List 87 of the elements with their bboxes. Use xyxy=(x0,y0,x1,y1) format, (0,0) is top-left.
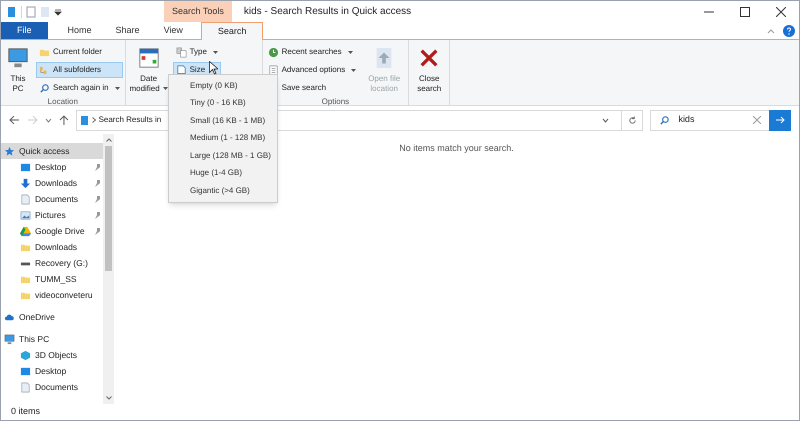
document-icon xyxy=(20,194,31,204)
refresh-icon xyxy=(628,116,637,124)
chevron-down-icon[interactable] xyxy=(44,118,52,122)
pin-icon xyxy=(94,212,101,218)
context-tab-label: Search Tools xyxy=(164,1,232,22)
picture-icon xyxy=(20,210,31,220)
nav-item[interactable]: 3D Objects xyxy=(1,347,103,363)
nav-item[interactable]: Google Drive xyxy=(1,223,103,239)
refresh-button[interactable] xyxy=(622,110,644,130)
monitor-icon xyxy=(20,366,31,376)
document-icon xyxy=(20,382,31,392)
ribbon-large-button[interactable]: This PC xyxy=(3,42,33,96)
nav-item[interactable]: Pictures xyxy=(1,207,103,223)
nav-item[interactable]: Quick access xyxy=(1,143,103,159)
maximize-icon[interactable] xyxy=(740,6,750,16)
ribbon-small-button[interactable]: All subfolders xyxy=(36,62,123,78)
nav-item[interactable]: Recovery (G:) xyxy=(1,255,103,271)
ribbon-tab[interactable]: Share xyxy=(104,22,152,39)
clock-icon xyxy=(268,46,279,58)
list-icon xyxy=(268,64,279,76)
caret-icon[interactable] xyxy=(54,8,62,16)
up-arrow-icon[interactable] xyxy=(58,114,69,126)
close-icon[interactable] xyxy=(776,6,786,16)
scroll-up-icon[interactable] xyxy=(106,138,112,142)
close-icon xyxy=(418,47,440,69)
page-icon xyxy=(176,64,187,76)
nav-item[interactable]: TUMM_SS xyxy=(1,271,103,287)
pin-icon xyxy=(94,164,101,170)
cloud-icon xyxy=(4,312,15,322)
star-icon xyxy=(4,146,15,156)
nav-item[interactable]: Documents xyxy=(1,379,103,395)
group-label: Options xyxy=(322,96,350,108)
mouse-cursor-icon xyxy=(209,61,218,75)
collapse-ribbon-icon[interactable] xyxy=(767,28,775,34)
computer-icon xyxy=(4,334,15,344)
scroll-down-icon[interactable] xyxy=(106,396,112,400)
status-text: 0 items xyxy=(11,405,40,418)
nav-item[interactable]: Downloads xyxy=(1,239,103,255)
nav-item[interactable]: Desktop xyxy=(1,363,103,379)
nav-item[interactable]: videoconveteru xyxy=(1,287,103,303)
ribbon-large-button[interactable]: Close search xyxy=(411,42,448,95)
triangle-logo-icon xyxy=(20,226,31,236)
calendar-icon xyxy=(138,47,160,69)
ribbon-small-button[interactable]: Recent searches xyxy=(264,44,360,60)
download-arrow-icon xyxy=(20,178,31,188)
menu-item[interactable]: Medium (1 - 128 MB) xyxy=(169,130,277,147)
ribbon-small-button[interactable]: Search again in xyxy=(36,80,123,96)
nav-item[interactable]: Documents xyxy=(1,191,103,207)
menu-item[interactable]: Large (128 MB - 1 GB) xyxy=(169,147,277,164)
nav-item[interactable]: Desktop xyxy=(1,159,103,175)
menu-item[interactable]: Gigantic (>4 GB) xyxy=(169,182,277,200)
menu-item[interactable]: Huge (1-4 GB) xyxy=(169,164,277,182)
empty-message: No items match your search. xyxy=(399,142,514,155)
nav-item[interactable]: Downloads xyxy=(1,175,103,191)
nav-item[interactable]: OneDrive xyxy=(1,309,103,325)
help-icon[interactable] xyxy=(783,24,795,36)
window-title: kids - Search Results in Quick access xyxy=(244,5,412,19)
arrow-right-icon xyxy=(776,116,784,124)
computer-icon xyxy=(7,47,29,69)
pin-icon xyxy=(94,180,101,186)
monitor-icon xyxy=(20,162,31,172)
ribbon-tab[interactable]: Search xyxy=(200,22,264,40)
search-icon xyxy=(39,82,50,94)
clear-icon[interactable] xyxy=(753,116,761,124)
menu-item[interactable]: Tiny (0 - 16 KB) xyxy=(169,94,277,112)
pin-icon xyxy=(94,196,101,202)
ribbon-tab[interactable]: File xyxy=(1,22,48,39)
search-text: kids xyxy=(678,113,694,126)
files-icon xyxy=(176,46,187,58)
nav-item[interactable]: This PC xyxy=(1,331,103,347)
ribbon-small-button[interactable]: Type xyxy=(172,44,221,60)
chevron-down-icon[interactable] xyxy=(602,118,609,122)
ribbon-small-button[interactable]: Current folder xyxy=(36,44,123,60)
back-arrow-icon[interactable] xyxy=(9,115,20,125)
ribbon-tab[interactable]: View xyxy=(152,22,195,39)
cube-icon xyxy=(20,350,31,360)
address-path: Search Results in xyxy=(98,114,162,126)
ribbon-tab[interactable]: Home xyxy=(56,22,104,39)
breadcrumb-chevron-icon[interactable] xyxy=(92,117,96,123)
search-field[interactable]: kids xyxy=(650,110,791,130)
ribbon-large-button[interactable]: Date modified xyxy=(128,42,170,95)
go-button[interactable] xyxy=(769,110,791,130)
pin-icon xyxy=(94,228,101,234)
group-label: Location xyxy=(48,96,78,108)
search-icon xyxy=(659,114,670,126)
scrollbar[interactable] xyxy=(103,134,114,404)
menu-item[interactable]: Small (16 KB - 1 MB) xyxy=(169,112,277,130)
